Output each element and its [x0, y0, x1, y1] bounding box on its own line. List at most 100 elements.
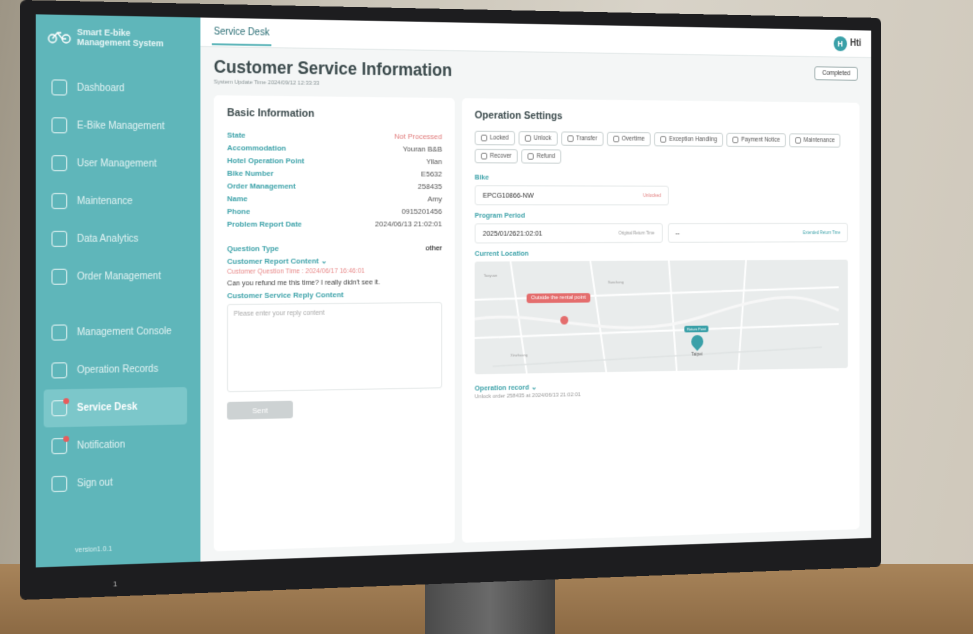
sidebar-item-user-management[interactable]: User Management [36, 144, 201, 182]
gear-icon [51, 324, 68, 341]
field-value: Youran B&B [402, 144, 443, 154]
button-label: Overtime [621, 135, 645, 143]
field-label: Hotel Operation Point [227, 156, 305, 166]
screen: Smart E-bike Management System Dashboard… [35, 14, 872, 568]
reply-input[interactable]: Please enter your reply content [227, 302, 443, 393]
logout-icon [51, 475, 68, 493]
sidebar-item-notification[interactable]: Notification [36, 424, 201, 465]
sidebar-divider [36, 294, 201, 313]
version-label: version1.0.1 [75, 545, 113, 555]
current-location-label: Current Location [474, 248, 529, 258]
send-button[interactable]: Sent [227, 400, 293, 420]
field-label: Phone [227, 207, 251, 216]
wrench-icon [795, 137, 802, 144]
refund-icon [527, 153, 534, 160]
refund-button[interactable]: Refund [521, 149, 562, 164]
exception-handling-button[interactable]: Exception Handling [654, 132, 724, 147]
bike-value: EPCG10866-NW [482, 190, 534, 200]
avatar: H [833, 35, 847, 51]
question-type-value: other [425, 243, 443, 253]
sidebar-item-operation-records[interactable]: Operation Records [36, 349, 201, 389]
basic-information-panel: Basic Information State Not Processed Acc… [213, 95, 455, 552]
brand-name: Smart E-bike Management System [77, 27, 164, 48]
button-label: Unlock [533, 135, 552, 142]
field-accommodation: Accommodation Youran B&B [227, 141, 442, 155]
sidebar-item-label: User Management [76, 157, 157, 170]
dashboard-icon [51, 79, 68, 96]
tab-service-desk[interactable]: Service Desk [211, 18, 272, 47]
monitor: Smart E-bike Management System Dashboard… [20, 0, 882, 600]
operation-record-label: Operation record [474, 382, 530, 393]
document-icon [51, 268, 68, 285]
sidebar-item-management-console[interactable]: Management Console [36, 312, 201, 352]
field-value: 258435 [417, 182, 443, 191]
bike-status-tag: Unlocked [642, 192, 662, 199]
recover-button[interactable]: Recover [474, 148, 518, 164]
return-point-label: Return Point [684, 325, 709, 333]
field-value: 0915201456 [401, 207, 443, 216]
button-label: Transfer [576, 135, 598, 143]
location-map[interactable]: Taoyuan Sanchong Xinzhuang Outside the r… [474, 259, 848, 375]
field-problem-report-date: Problem Report Date 2024/06/13 21:02:01 [227, 218, 442, 231]
sidebar-item-label: Data Analytics [76, 233, 139, 245]
sidebar-item-label: Order Management [76, 270, 161, 283]
field-value: Yilan [426, 157, 443, 166]
sidebar-item-label: E-Bike Management [76, 120, 165, 132]
sidebar-item-service-desk[interactable]: Service Desk [43, 387, 188, 428]
original-return-field[interactable]: 2025/01/2621:02:01 Original Return Time [474, 223, 663, 244]
operation-settings-title: Operation Settings [474, 109, 563, 123]
payment-notice-button[interactable]: Payment Notice [726, 132, 786, 148]
unlock-button[interactable]: Unlock [518, 131, 558, 146]
completed-button[interactable]: Completed [814, 66, 858, 81]
field-value: 2024/06/13 21:02:01 [375, 219, 443, 229]
sidebar-item-e-bike-management[interactable]: E-Bike Management [36, 106, 201, 145]
field-label: State [227, 130, 246, 140]
lock-icon [480, 134, 488, 142]
clock-icon [612, 135, 620, 143]
bike-location-marker[interactable] [560, 315, 569, 325]
operation-buttons: Locked Unlock Transfer Overtime Exceptio… [474, 130, 848, 165]
sidebar-item-label: Maintenance [76, 195, 133, 207]
user-name: Hti [850, 38, 862, 49]
sidebar-item-dashboard[interactable]: Dashboard [36, 68, 201, 108]
chart-icon [51, 230, 68, 247]
bell-icon [51, 435, 70, 455]
field-label: Problem Report Date [227, 219, 302, 229]
maintenance-button[interactable]: Maintenance [789, 133, 841, 148]
button-label: Refund [536, 153, 556, 160]
sidebar-item-label: Service Desk [76, 401, 138, 414]
brand: Smart E-bike Management System [36, 26, 201, 70]
sidebar-item-data-analytics[interactable]: Data Analytics [36, 220, 201, 258]
sidebar-item-maintenance[interactable]: Maintenance [36, 182, 201, 220]
transfer-button[interactable]: Transfer [561, 131, 604, 146]
report-content-toggle[interactable]: Customer Report Content ⌄ [227, 256, 442, 266]
overtime-button[interactable]: Overtime [606, 131, 651, 147]
bike-field: EPCG10866-NW Unlocked [474, 185, 669, 206]
question-text: Can you refund me this time? I really di… [227, 277, 381, 288]
button-label: Exception Handling [668, 136, 718, 144]
extended-return-field[interactable]: -- Extended Return Time [667, 222, 848, 243]
sidebar-item-label: Operation Records [76, 363, 159, 376]
brand-line-2: Management System [76, 36, 164, 49]
map-place: Xinzhuang [510, 352, 528, 358]
user-menu[interactable]: H Hti [833, 35, 862, 51]
map-place: Sanchong [607, 279, 624, 285]
field-value: Amy [427, 194, 443, 204]
chevron-down-icon: ⌄ [320, 256, 328, 266]
button-label: Maintenance [803, 137, 835, 144]
field-phone: Phone 0915201456 [227, 205, 442, 218]
sidebar-item-sign-out[interactable]: Sign out [36, 461, 201, 503]
question-time: Customer Question Time : 2024/06/17 16:4… [227, 267, 365, 276]
sidebar-item-label: Management Console [76, 325, 172, 338]
panels: Basic Information State Not Processed Acc… [200, 91, 871, 561]
basic-information-title: Basic Information [227, 107, 315, 120]
button-label: Payment Notice [741, 136, 781, 144]
field-name: Name Amy [227, 192, 442, 205]
sidebar-item-order-management[interactable]: Order Management [36, 257, 201, 296]
period-hint-2: Extended Return Time [802, 230, 841, 235]
notification-badge [63, 435, 70, 443]
field-hotel-operation-point: Hotel Operation Point Yilan [227, 154, 442, 168]
map-place: Taoyuan [483, 272, 498, 278]
locked-button[interactable]: Locked [474, 130, 515, 146]
button-label: Locked [489, 134, 509, 142]
